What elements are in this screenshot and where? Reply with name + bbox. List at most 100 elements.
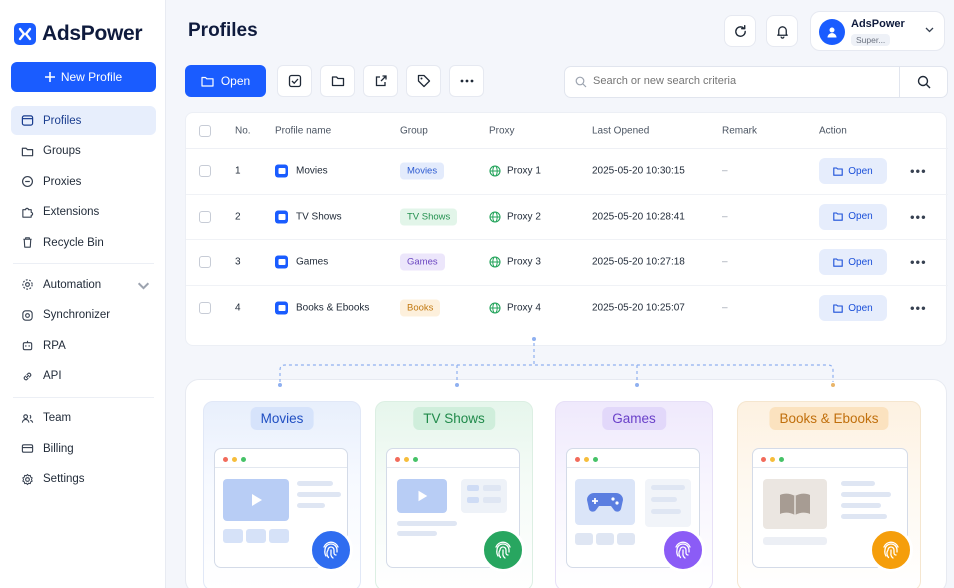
row-more-button[interactable]: ••• [910,164,927,179]
column-header: Remark [722,125,758,136]
table-row[interactable]: 2 TV Shows TV Shows Proxy 2 2025-05-20 1… [186,195,948,240]
profile-card-tv-shows: TV Shows [375,401,533,588]
sidebar-item-label: Team [43,412,72,424]
video-thumbnail [223,479,289,521]
row-open-button[interactable]: Open [819,249,887,276]
sidebar-item-extensions[interactable]: Extensions [11,198,156,227]
globe-icon [489,211,501,223]
card-title: Games [602,407,666,430]
search-icon [917,75,930,89]
group-tag: TV Shows [400,208,458,226]
account-name: AdsPower [851,18,905,30]
sidebar-item-label: Profiles [43,114,82,127]
sidebar-item-automation[interactable]: Automation [11,270,156,299]
row-open-button[interactable]: Open [819,203,887,230]
game-thumbnail [575,479,635,525]
row-open-button[interactable]: Open [819,158,887,185]
browser-window [566,448,705,572]
sidebar-item-groups[interactable]: Groups [11,137,156,166]
profile-name[interactable]: Movies [275,164,328,178]
remark: – [722,256,728,268]
refresh-button[interactable] [724,15,756,47]
folder-open-icon [833,167,844,176]
table-header: No. Profile name Group Proxy Last Opened… [186,113,948,149]
more-actions-button[interactable] [449,65,484,97]
table-row[interactable]: 4 Books & Ebooks Books Proxy 4 2025-05-2… [186,286,948,332]
proxy-cell: Proxy 1 [489,165,541,177]
tag-button[interactable] [406,65,441,97]
row-open-button[interactable]: Open [819,295,887,322]
refresh-icon [734,24,746,37]
sidebar-item-profiles[interactable]: Profiles [11,106,156,135]
table-row[interactable]: 3 Games Games Proxy 3 2025-05-20 10:27:1… [186,240,948,286]
export-button[interactable] [363,65,398,97]
play-icon [252,494,262,506]
column-header: Action [819,125,847,136]
row-checkbox[interactable] [199,210,211,223]
search-input[interactable] [593,75,893,87]
proxy-text: Proxy 4 [507,302,541,314]
select-all-button[interactable] [277,65,312,97]
row-more-button[interactable]: ••• [910,209,927,224]
avatar [819,19,845,45]
adspower-logo-icon [14,23,36,45]
chevron-down-icon [925,27,934,33]
row-checkbox[interactable] [199,302,211,315]
logo: AdsPower [14,22,143,46]
more-icon [460,79,473,83]
profile-name[interactable]: TV Shows [275,210,342,224]
last-opened: 2025-05-20 10:25:07 [592,302,685,314]
profile-icon [275,301,288,315]
sidebar-item-synchronizer[interactable]: Synchronizer [11,301,156,330]
proxy-text: Proxy 2 [507,211,541,223]
profile-name-text: Movies [296,165,328,177]
open-button-label: Open [220,74,251,88]
folder-open-icon [833,212,844,221]
checkbox-icon [288,74,301,88]
sidebar-item-settings[interactable]: Settings [11,465,156,494]
folder-icon [21,147,34,156]
move-to-group-button[interactable] [320,65,355,97]
folder-open-icon [833,258,844,267]
profile-icon [275,210,288,224]
book-thumbnail [763,479,827,529]
new-profile-button[interactable]: New Profile [11,62,156,92]
sidebar-item-label: Recycle Bin [43,236,104,249]
sidebar-item-rpa[interactable]: RPA [11,331,156,360]
profile-card-movies: Movies [203,401,361,588]
divider [13,396,154,398]
plus-icon [44,72,55,82]
sidebar-item-proxies[interactable]: Proxies [11,167,156,196]
column-header: Last Opened [592,125,650,136]
row-checkbox[interactable] [199,256,211,269]
sidebar: AdsPower New Profile Profiles Groups Pro… [0,0,166,588]
browser-window [386,448,525,572]
notifications-button[interactable] [766,15,798,47]
divider [13,263,154,264]
sidebar-item-label: Synchronizer [43,309,111,321]
sidebar-item-label: Extensions [43,206,100,218]
sidebar-item-billing[interactable]: Billing [11,434,156,463]
search-button[interactable] [899,67,947,97]
profile-name[interactable]: Books & Ebooks [275,301,369,315]
sidebar-item-recycle-bin[interactable]: Recycle Bin [11,228,156,257]
open-button[interactable]: Open [185,65,266,97]
sidebar-item-team[interactable]: Team [11,404,156,433]
row-more-button[interactable]: ••• [910,301,927,316]
profile-name[interactable]: Games [275,255,328,269]
profile-icon [275,164,288,178]
book-icon [780,493,810,515]
row-checkbox[interactable] [199,165,211,178]
page-title: Profiles [188,20,258,41]
remark: – [722,302,728,314]
table-row[interactable]: 1 Movies Movies Proxy 1 2025-05-20 10:30… [186,149,948,195]
row-more-button[interactable]: ••• [910,255,927,270]
new-profile-label: New Profile [60,70,123,84]
sidebar-nav: Profiles Groups Proxies Extensions Recyc… [11,106,156,495]
select-all-checkbox[interactable] [199,124,211,137]
fingerprint-icon [661,528,705,572]
sidebar-item-api[interactable]: API [11,362,156,391]
account-menu[interactable]: AdsPower Super... [810,11,945,51]
profiles-table: No. Profile name Group Proxy Last Opened… [185,112,948,346]
account-role-badge: Super... [851,34,891,46]
